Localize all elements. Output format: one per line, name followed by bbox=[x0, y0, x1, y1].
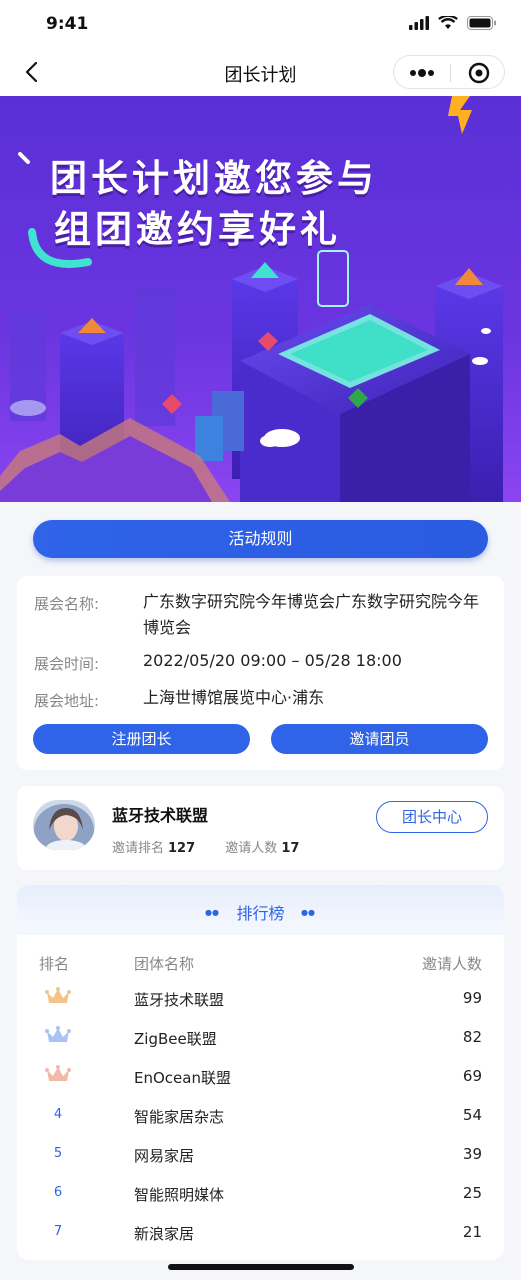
gold-crown-icon bbox=[45, 987, 71, 1003]
ranking-group-name: 蓝牙技术联盟 bbox=[134, 991, 225, 1009]
signal-icon bbox=[409, 16, 429, 30]
activity-rules-button[interactable]: 活动规则 bbox=[33, 520, 488, 558]
exhibition-address-value: 上海世博馆展览中心·浦东 bbox=[143, 688, 325, 707]
invite-count-value: 17 bbox=[281, 841, 300, 856]
ranking-invite-count: 39 bbox=[462, 1145, 482, 1163]
capsule-divider bbox=[450, 64, 451, 82]
ranking-group-name: 智能家居杂志 bbox=[134, 1108, 225, 1126]
exhibition-name-label: 展会名称: bbox=[34, 595, 100, 613]
nav-bar: 团长计划 bbox=[0, 48, 521, 96]
mini-program-capsule bbox=[393, 55, 505, 89]
ranking-title: 排行榜 bbox=[236, 904, 285, 923]
leader-group-name: 蓝牙技术联盟 bbox=[112, 806, 209, 825]
ranking-header: ●● 排行榜 ●● bbox=[17, 885, 504, 935]
column-invite-count: 邀请人数 bbox=[421, 955, 482, 973]
banner-title-line1: 团长计划邀您参与 bbox=[50, 157, 378, 200]
ranking-row: 6 智能照明媒体 25 bbox=[17, 1176, 504, 1215]
ranking-invite-count: 82 bbox=[462, 1028, 482, 1046]
title-decoration-right-icon: ●● bbox=[301, 908, 315, 917]
ranking-position: 7 bbox=[53, 1224, 63, 1239]
ranking-row: 蓝牙技术联盟 99 bbox=[17, 981, 504, 1020]
ranking-position: 6 bbox=[53, 1185, 63, 1200]
ranking-invite-count: 69 bbox=[462, 1067, 482, 1085]
ranking-group-name: 网易家居 bbox=[134, 1147, 195, 1165]
exhibition-time-label: 展会时间: bbox=[34, 655, 100, 673]
ranking-group-name: EnOcean联盟 bbox=[134, 1069, 231, 1087]
ranking-row: 7 新浪家居 21 bbox=[17, 1215, 504, 1254]
ranking-group-name: 智能照明媒体 bbox=[134, 1186, 225, 1204]
home-indicator bbox=[168, 1264, 354, 1270]
ranking-position: 5 bbox=[53, 1146, 63, 1161]
column-rank: 排名 bbox=[39, 955, 70, 973]
promo-banner: 团长计划邀您参与 组团邀约享好礼 bbox=[0, 96, 521, 502]
battery-icon bbox=[467, 16, 496, 30]
more-icon[interactable] bbox=[408, 65, 436, 81]
status-bar: 9:41 bbox=[0, 0, 521, 48]
ranking-row: EnOcean联盟 69 bbox=[17, 1059, 504, 1098]
ranking-invite-count: 21 bbox=[462, 1223, 482, 1241]
silver-crown-icon bbox=[45, 1026, 71, 1042]
ranking-card: ●● 排行榜 ●● 排名 团体名称 邀请人数 蓝牙技术联盟 99 ZigBee联… bbox=[17, 885, 504, 1260]
column-group-name: 团体名称 bbox=[134, 955, 195, 973]
ranking-invite-count: 99 bbox=[462, 989, 482, 1007]
ranking-row: ZigBee联盟 82 bbox=[17, 1020, 504, 1059]
leader-card: 蓝牙技术联盟 邀请排名 127 邀请人数 17 团长中心 bbox=[17, 786, 504, 870]
ranking-group-name: 新浪家居 bbox=[134, 1225, 195, 1243]
avatar bbox=[33, 800, 95, 850]
ranking-invite-count: 54 bbox=[462, 1106, 482, 1124]
leader-center-button[interactable]: 团长中心 bbox=[376, 801, 488, 833]
exhibition-time-value: 2022/05/20 09:00 – 05/28 18:00 bbox=[143, 651, 402, 670]
invite-count-label: 邀请人数 bbox=[225, 841, 278, 856]
banner-title-line2: 组团邀约享好礼 bbox=[54, 208, 341, 251]
exhibition-address-label: 展会地址: bbox=[34, 692, 100, 710]
exhibition-name-value: 广东数字研究院今年博览会广东数字研究院今年博览会 bbox=[143, 592, 480, 637]
ranking-invite-count: 25 bbox=[462, 1184, 482, 1202]
status-time: 9:41 bbox=[46, 14, 89, 34]
close-mini-program-icon[interactable] bbox=[468, 62, 490, 84]
ranking-row: 5 网易家居 39 bbox=[17, 1137, 504, 1176]
leader-stats: 邀请排名 127 邀请人数 17 bbox=[112, 837, 299, 856]
bronze-crown-icon bbox=[45, 1065, 71, 1081]
register-leader-button[interactable]: 注册团长 bbox=[33, 724, 250, 754]
wifi-icon bbox=[438, 16, 458, 29]
exhibition-info-card: 展会名称: 广东数字研究院今年博览会广东数字研究院今年博览会 展会时间: 202… bbox=[17, 576, 504, 770]
ranking-position: 4 bbox=[53, 1107, 63, 1122]
ranking-group-name: ZigBee联盟 bbox=[134, 1030, 217, 1048]
ranking-row: 4 智能家居杂志 54 bbox=[17, 1098, 504, 1137]
invite-members-button[interactable]: 邀请团员 bbox=[271, 724, 488, 754]
invite-rank-label: 邀请排名 bbox=[112, 841, 165, 856]
invite-rank-value: 127 bbox=[168, 841, 196, 856]
status-icons bbox=[409, 16, 497, 30]
